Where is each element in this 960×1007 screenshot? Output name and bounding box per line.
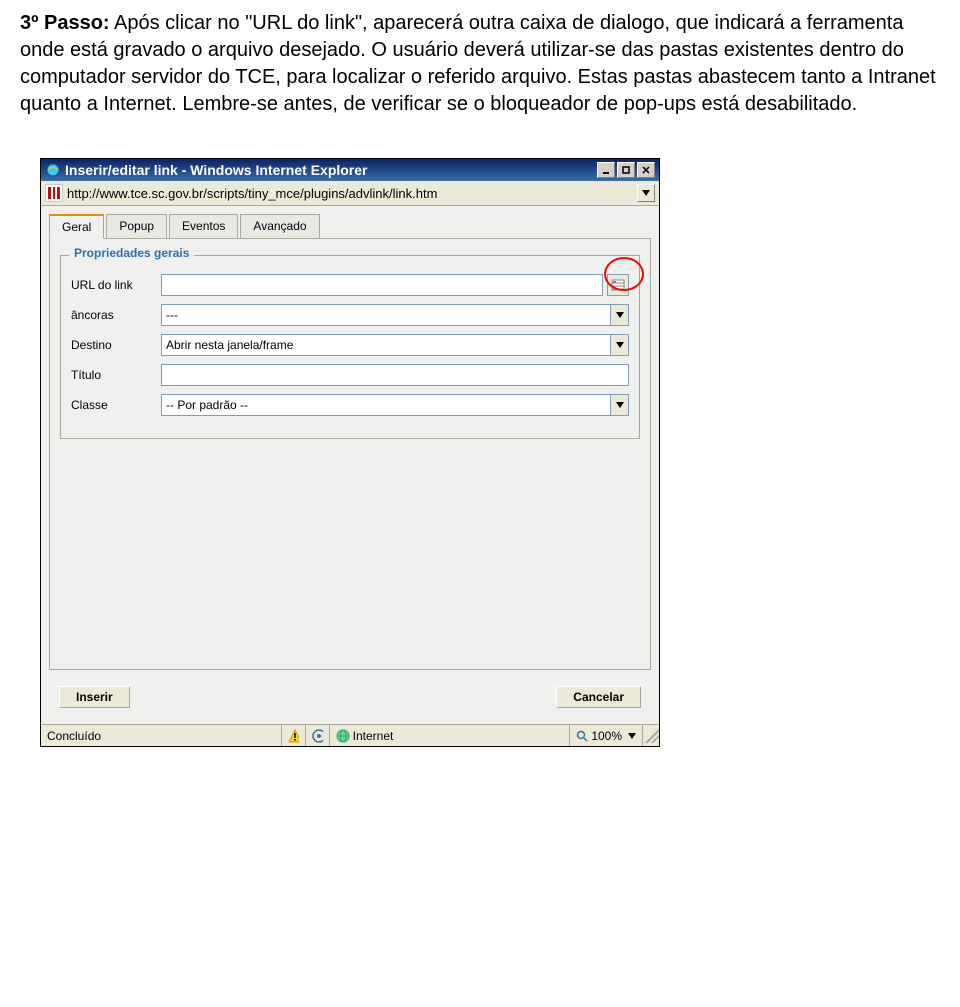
maximize-button[interactable] [617, 162, 635, 178]
chevron-down-icon [610, 395, 628, 415]
tab-avancado[interactable]: Avançado [240, 214, 319, 238]
anchors-value: --- [166, 308, 178, 322]
address-bar: http://www.tce.sc.gov.br/scripts/tiny_mc… [41, 181, 659, 206]
button-bar: Inserir Cancelar [49, 670, 651, 716]
status-zone-text: Internet [353, 729, 394, 743]
title-input[interactable] [161, 364, 629, 386]
label-url: URL do link [71, 278, 161, 292]
row-class: Classe -- Por padrão -- [71, 394, 629, 416]
status-zoom-text: 100% [591, 729, 622, 743]
target-select[interactable]: Abrir nesta janela/frame [161, 334, 629, 356]
browse-button[interactable] [607, 274, 629, 296]
tab-popup[interactable]: Popup [106, 214, 167, 238]
label-anchors: âncoras [71, 308, 161, 322]
class-value: -- Por padrão -- [166, 398, 248, 412]
status-done: Concluído [41, 725, 282, 746]
status-bar: Concluído Internet 100% [41, 724, 659, 746]
zoom-icon [576, 730, 588, 742]
chevron-down-icon [610, 335, 628, 355]
status-zoom[interactable]: 100% [570, 725, 643, 746]
row-url: URL do link [71, 274, 629, 296]
step-title: 3º Passo: [20, 12, 110, 34]
status-warning-icon [282, 725, 306, 746]
address-dropdown[interactable] [637, 184, 655, 202]
resize-gripper[interactable] [645, 729, 659, 743]
tab-panel: Propriedades gerais URL do link âncoras … [49, 239, 651, 670]
fieldset-legend: Propriedades gerais [69, 246, 194, 260]
url-input[interactable] [161, 274, 603, 296]
chevron-down-icon [610, 305, 628, 325]
row-title: Título [71, 364, 629, 386]
tab-eventos[interactable]: Eventos [169, 214, 238, 238]
close-button[interactable] [637, 162, 655, 178]
label-class: Classe [71, 398, 161, 412]
target-value: Abrir nesta janela/frame [166, 338, 293, 352]
window-title: Inserir/editar link - Windows Internet E… [65, 162, 597, 178]
ie-window: Inserir/editar link - Windows Internet E… [40, 158, 660, 747]
window-buttons [597, 162, 655, 178]
row-target: Destino Abrir nesta janela/frame [71, 334, 629, 356]
titlebar: Inserir/editar link - Windows Internet E… [41, 159, 659, 181]
class-select[interactable]: -- Por padrão -- [161, 394, 629, 416]
label-target: Destino [71, 338, 161, 352]
anchors-select[interactable]: --- [161, 304, 629, 326]
site-icon [45, 184, 63, 202]
ie-icon [45, 162, 61, 178]
status-zone: Internet [330, 725, 571, 746]
client-area: Geral Popup Eventos Avançado Propriedade… [41, 206, 659, 724]
label-title: Título [71, 368, 161, 382]
status-phishing-icon [306, 725, 330, 746]
globe-icon [336, 729, 350, 743]
insert-button[interactable]: Inserir [59, 686, 130, 708]
tab-geral[interactable]: Geral [49, 214, 104, 239]
instruction-paragraph: 3º Passo: Após clicar no "URL do link", … [0, 0, 960, 138]
row-anchors: âncoras --- [71, 304, 629, 326]
step-body: Após clicar no "URL do link", aparecerá … [20, 12, 936, 115]
fieldset-propriedades: Propriedades gerais URL do link âncoras … [60, 255, 640, 439]
address-text: http://www.tce.sc.gov.br/scripts/tiny_mc… [67, 186, 637, 201]
cancel-button[interactable]: Cancelar [556, 686, 641, 708]
browse-icon [611, 278, 625, 292]
minimize-button[interactable] [597, 162, 615, 178]
panel-spacer [60, 439, 640, 659]
status-done-text: Concluído [47, 729, 101, 743]
tab-strip: Geral Popup Eventos Avançado [49, 214, 651, 239]
